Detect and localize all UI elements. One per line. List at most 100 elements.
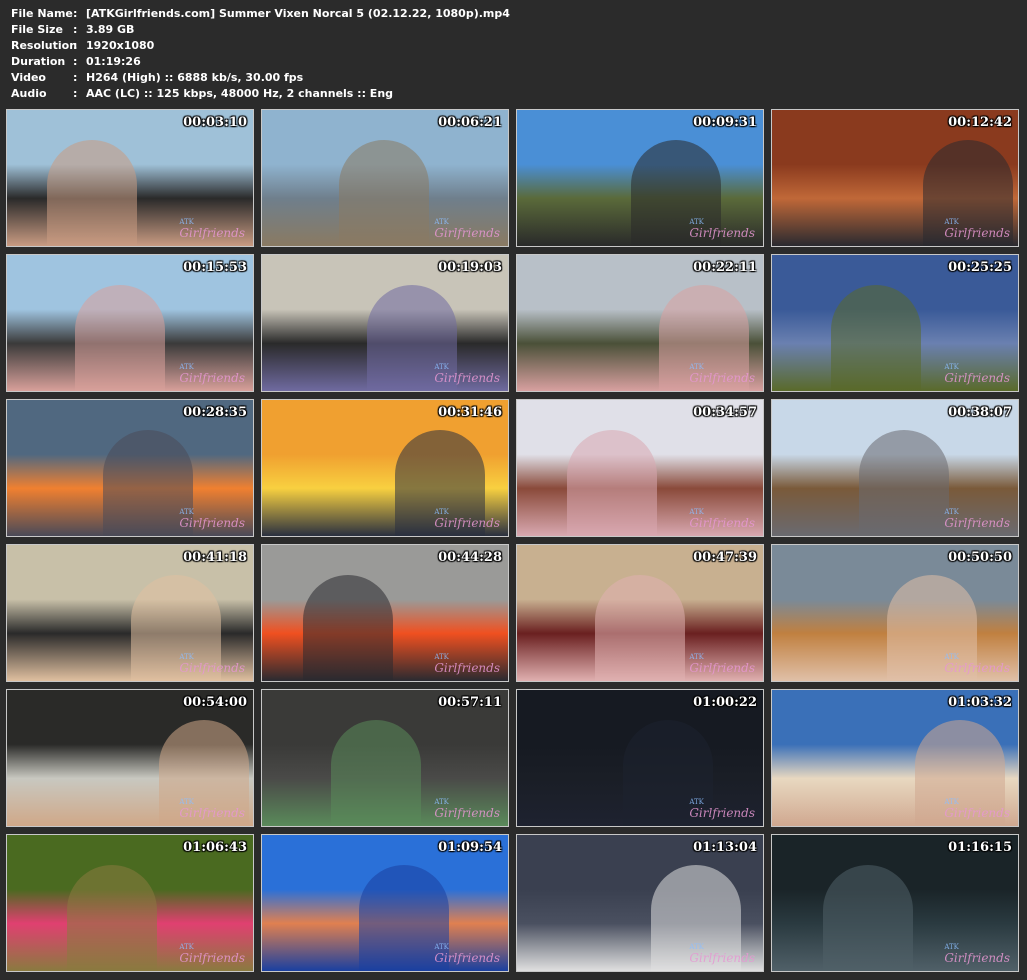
- watermark-brand: Girlfriends: [434, 806, 500, 820]
- watermark-brand: Girlfriends: [944, 516, 1010, 530]
- scene-figure: [75, 285, 165, 391]
- video-thumbnail[interactable]: 00:50:50 ATK Girlfriends: [771, 544, 1019, 682]
- watermark-small: ATK: [689, 798, 704, 806]
- timestamp-label: 00:19:03: [438, 260, 502, 275]
- watermark-brand: Girlfriends: [179, 661, 245, 675]
- atk-girlfriends-watermark: ATK Girlfriends: [944, 798, 1010, 820]
- watermark-brand: Girlfriends: [944, 226, 1010, 240]
- video-thumbnail[interactable]: 01:00:22 ATK Girlfriends: [516, 689, 764, 827]
- watermark-brand: Girlfriends: [689, 371, 755, 385]
- video-thumbnail[interactable]: 00:57:11 ATK Girlfriends: [261, 689, 509, 827]
- video-thumbnail[interactable]: 01:09:54 ATK Girlfriends: [261, 834, 509, 972]
- timestamp-label: 00:06:21: [438, 115, 502, 130]
- timestamp-label: 01:13:04: [693, 840, 757, 855]
- video-thumbnail[interactable]: 00:44:28 ATK Girlfriends: [261, 544, 509, 682]
- video-thumbnail[interactable]: 01:06:43 ATK Girlfriends: [6, 834, 254, 972]
- atk-girlfriends-watermark: ATK Girlfriends: [434, 218, 500, 240]
- timestamp-label: 00:31:46: [438, 405, 502, 420]
- timestamp-label: 00:28:35: [183, 405, 247, 420]
- watermark-brand: Girlfriends: [434, 371, 500, 385]
- watermark-small: ATK: [944, 508, 959, 516]
- scene-figure: [823, 865, 913, 971]
- watermark-brand: Girlfriends: [944, 951, 1010, 965]
- timestamp-label: 00:57:11: [438, 695, 502, 710]
- atk-girlfriends-watermark: ATK Girlfriends: [689, 218, 755, 240]
- video-thumbnail[interactable]: 00:54:00 ATK Girlfriends: [6, 689, 254, 827]
- watermark-brand: Girlfriends: [434, 951, 500, 965]
- timestamp-label: 01:00:22: [693, 695, 757, 710]
- watermark-brand: Girlfriends: [179, 226, 245, 240]
- video-thumbnail[interactable]: 00:41:18 ATK Girlfriends: [6, 544, 254, 682]
- scene-figure: [831, 285, 921, 391]
- atk-girlfriends-watermark: ATK Girlfriends: [179, 508, 245, 530]
- watermark-small: ATK: [179, 653, 194, 661]
- watermark-small: ATK: [179, 798, 194, 806]
- watermark-small: ATK: [434, 363, 449, 371]
- timestamp-label: 00:15:53: [183, 260, 247, 275]
- video-thumbnail[interactable]: 00:38:07 ATK Girlfriends: [771, 399, 1019, 537]
- watermark-small: ATK: [689, 653, 704, 661]
- watermark-small: ATK: [434, 653, 449, 661]
- atk-girlfriends-watermark: ATK Girlfriends: [179, 943, 245, 965]
- scene-figure: [339, 140, 429, 246]
- watermark-brand: Girlfriends: [434, 516, 500, 530]
- watermark-brand: Girlfriends: [944, 806, 1010, 820]
- thumbnail-grid: 00:03:10 ATK Girlfriends 00:06:21 ATK Girlfri…: [0, 0, 1027, 980]
- watermark-small: ATK: [179, 363, 194, 371]
- timestamp-label: 00:25:25: [948, 260, 1012, 275]
- video-thumbnail[interactable]: 00:12:42 ATK Girlfriends: [771, 109, 1019, 247]
- video-thumbnail[interactable]: 00:09:31 ATK Girlfriends: [516, 109, 764, 247]
- watermark-small: ATK: [689, 943, 704, 951]
- atk-girlfriends-watermark: ATK Girlfriends: [434, 363, 500, 385]
- video-thumbnail[interactable]: 01:13:04 ATK Girlfriends: [516, 834, 764, 972]
- watermark-brand: Girlfriends: [689, 951, 755, 965]
- video-thumbnail[interactable]: 00:03:10 ATK Girlfriends: [6, 109, 254, 247]
- video-thumbnail[interactable]: 00:25:25 ATK Girlfriends: [771, 254, 1019, 392]
- atk-girlfriends-watermark: ATK Girlfriends: [434, 653, 500, 675]
- watermark-brand: Girlfriends: [179, 806, 245, 820]
- atk-girlfriends-watermark: ATK Girlfriends: [944, 508, 1010, 530]
- atk-girlfriends-watermark: ATK Girlfriends: [179, 363, 245, 385]
- watermark-small: ATK: [944, 943, 959, 951]
- watermark-small: ATK: [689, 218, 704, 226]
- timestamp-label: 01:06:43: [183, 840, 247, 855]
- watermark-brand: Girlfriends: [179, 516, 245, 530]
- watermark-brand: Girlfriends: [434, 661, 500, 675]
- timestamp-label: 00:03:10: [183, 115, 247, 130]
- atk-girlfriends-watermark: ATK Girlfriends: [689, 798, 755, 820]
- watermark-small: ATK: [434, 508, 449, 516]
- video-thumbnail[interactable]: 00:47:39 ATK Girlfriends: [516, 544, 764, 682]
- video-thumbnail[interactable]: 00:15:53 ATK Girlfriends: [6, 254, 254, 392]
- timestamp-label: 00:12:42: [948, 115, 1012, 130]
- video-thumbnail[interactable]: 00:34:57 ATK Girlfriends: [516, 399, 764, 537]
- timestamp-label: 01:03:32: [948, 695, 1012, 710]
- watermark-small: ATK: [944, 218, 959, 226]
- video-thumbnail[interactable]: 01:03:32 ATK Girlfriends: [771, 689, 1019, 827]
- scene-figure: [303, 575, 393, 681]
- timestamp-label: 00:09:31: [693, 115, 757, 130]
- watermark-brand: Girlfriends: [689, 661, 755, 675]
- scene-figure: [67, 865, 157, 971]
- atk-girlfriends-watermark: ATK Girlfriends: [689, 363, 755, 385]
- video-thumbnail[interactable]: 00:28:35 ATK Girlfriends: [6, 399, 254, 537]
- atk-girlfriends-watermark: ATK Girlfriends: [434, 798, 500, 820]
- watermark-small: ATK: [944, 653, 959, 661]
- atk-girlfriends-watermark: ATK Girlfriends: [689, 653, 755, 675]
- scene-figure: [47, 140, 137, 246]
- watermark-small: ATK: [689, 363, 704, 371]
- video-thumbnail[interactable]: 01:16:15 ATK Girlfriends: [771, 834, 1019, 972]
- watermark-brand: Girlfriends: [689, 226, 755, 240]
- video-thumbnail[interactable]: 00:19:03 ATK Girlfriends: [261, 254, 509, 392]
- watermark-small: ATK: [944, 363, 959, 371]
- atk-girlfriends-watermark: ATK Girlfriends: [944, 653, 1010, 675]
- scene-figure: [595, 575, 685, 681]
- video-thumbnail[interactable]: 00:06:21 ATK Girlfriends: [261, 109, 509, 247]
- watermark-brand: Girlfriends: [179, 951, 245, 965]
- atk-girlfriends-watermark: ATK Girlfriends: [434, 508, 500, 530]
- timestamp-label: 00:34:57: [693, 405, 757, 420]
- watermark-small: ATK: [434, 943, 449, 951]
- watermark-brand: Girlfriends: [944, 661, 1010, 675]
- video-thumbnail[interactable]: 00:31:46 ATK Girlfriends: [261, 399, 509, 537]
- atk-girlfriends-watermark: ATK Girlfriends: [944, 943, 1010, 965]
- video-thumbnail[interactable]: 00:22:11 ATK Girlfriends: [516, 254, 764, 392]
